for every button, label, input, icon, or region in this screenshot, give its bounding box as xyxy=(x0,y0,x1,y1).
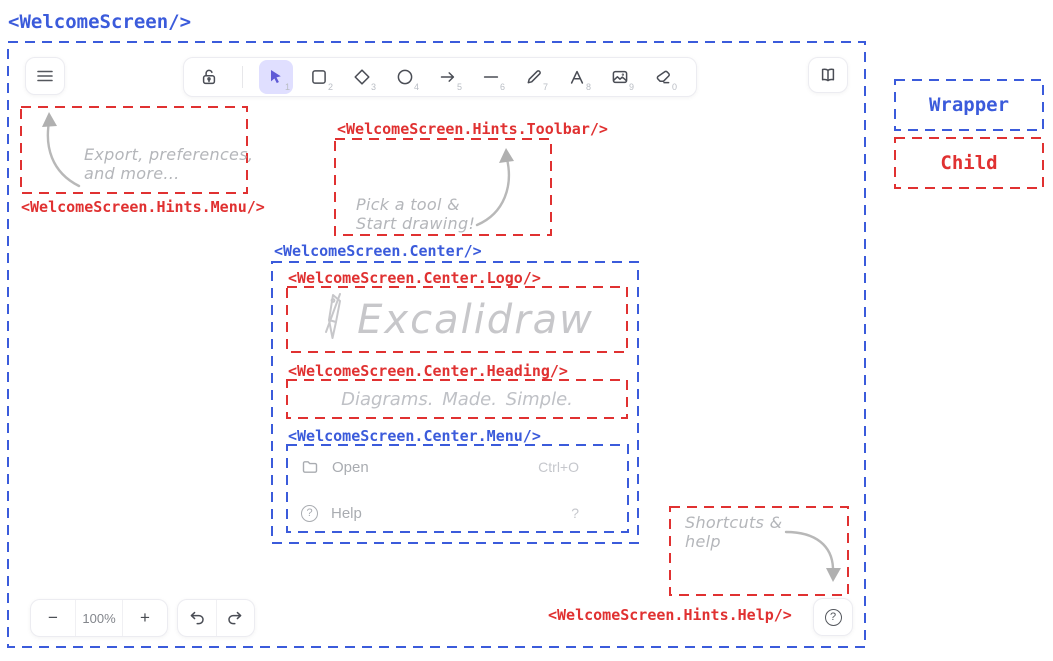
tool-shortcut: 7 xyxy=(543,82,548,92)
ellipse-icon xyxy=(395,67,415,87)
tool-diamond[interactable]: 3 xyxy=(345,60,379,94)
hint-help-line2: help xyxy=(685,532,782,551)
undo-icon xyxy=(188,609,206,627)
hint-help-line1: Shortcuts & xyxy=(685,513,782,532)
undo-button[interactable] xyxy=(178,600,216,636)
tool-shortcut: 5 xyxy=(457,82,462,92)
lock-tool-button[interactable] xyxy=(192,60,226,94)
diamond-icon xyxy=(352,67,372,87)
excalidraw-logo-icon xyxy=(320,292,347,348)
tool-ellipse[interactable]: 4 xyxy=(388,60,422,94)
zoom-level-button[interactable]: 100% xyxy=(76,600,122,636)
tool-shortcut: 1 xyxy=(285,82,290,92)
center-logo-label: <WelcomeScreen.Center.Logo/> xyxy=(288,269,541,287)
hand-drawn-arrow-icon xyxy=(780,520,844,590)
center-label: <WelcomeScreen.Center/> xyxy=(274,242,482,260)
help-button[interactable] xyxy=(813,598,853,636)
tool-image[interactable]: 9 xyxy=(603,60,637,94)
question-mark-icon xyxy=(825,609,842,626)
redo-button[interactable] xyxy=(217,600,255,636)
tool-line[interactable]: 6 xyxy=(474,60,508,94)
hint-help-text: Shortcuts & help xyxy=(685,513,782,551)
center-heading-label: <WelcomeScreen.Center.Heading/> xyxy=(288,362,568,380)
rectangle-icon xyxy=(309,67,329,87)
tool-selection[interactable]: 1 xyxy=(259,60,293,94)
zoom-level-value: 100% xyxy=(82,611,115,626)
help-circle-icon xyxy=(301,505,318,522)
text-icon xyxy=(567,67,587,87)
folder-icon xyxy=(301,458,319,476)
tool-text[interactable]: 8 xyxy=(560,60,594,94)
hint-toolbar-line1: Pick a tool & xyxy=(356,195,475,214)
menu-item-label: Open xyxy=(332,459,369,476)
eraser-icon xyxy=(653,67,673,87)
tool-shortcut: 2 xyxy=(328,82,333,92)
hints-toolbar-label: <WelcomeScreen.Hints.Toolbar/> xyxy=(337,120,608,138)
pencil-icon xyxy=(524,67,544,87)
welcome-center-menu: Open Ctrl+O Help ? xyxy=(287,445,628,532)
plus-icon: + xyxy=(140,608,150,628)
toolbar-divider xyxy=(242,66,243,88)
tool-eraser[interactable]: 0 xyxy=(646,60,680,94)
hint-menu-text: Export, preferences, and more... xyxy=(84,145,253,183)
library-book-icon xyxy=(818,65,838,85)
hint-toolbar-text: Pick a tool & Start drawing! xyxy=(356,195,475,233)
hint-menu-line1: Export, preferences, xyxy=(84,145,253,164)
legend-child-label: Child xyxy=(940,152,997,174)
menu-item-label: Help xyxy=(331,505,362,522)
tool-draw[interactable]: 7 xyxy=(517,60,551,94)
zoom-out-button[interactable]: − xyxy=(31,600,75,636)
menu-item-open[interactable]: Open Ctrl+O xyxy=(301,455,614,479)
lock-open-icon xyxy=(199,67,219,87)
logo-wordmark: Excalidraw xyxy=(357,297,594,343)
welcome-heading: Diagrams. Made. Simple. xyxy=(287,380,627,418)
menu-item-shortcut: Ctrl+O xyxy=(538,459,579,475)
tool-shortcut: 6 xyxy=(500,82,505,92)
library-button[interactable] xyxy=(808,57,848,93)
hint-toolbar-line2: Start drawing! xyxy=(356,214,475,233)
tool-shortcut: 0 xyxy=(672,82,677,92)
tool-shortcut: 9 xyxy=(629,82,634,92)
undo-redo-controls xyxy=(177,599,255,637)
hint-menu-line2: and more... xyxy=(84,164,253,183)
legend-wrapper: Wrapper xyxy=(895,80,1043,130)
hints-menu-label: <WelcomeScreen.Hints.Menu/> xyxy=(21,198,265,216)
arrow-icon xyxy=(438,67,458,87)
selection-cursor-icon xyxy=(266,67,286,87)
zoom-controls: − 100% + xyxy=(30,599,168,637)
line-icon xyxy=(481,67,501,87)
minus-icon: − xyxy=(48,608,58,628)
legend-child: Child xyxy=(895,138,1043,188)
tool-shortcut: 8 xyxy=(586,82,591,92)
image-icon xyxy=(610,67,630,87)
tool-shortcut: 3 xyxy=(371,82,376,92)
center-menu-label: <WelcomeScreen.Center.Menu/> xyxy=(288,427,541,445)
menu-item-shortcut: ? xyxy=(571,505,579,521)
hints-help-label: <WelcomeScreen.Hints.Help/> xyxy=(548,606,792,624)
tool-arrow[interactable]: 5 xyxy=(431,60,465,94)
redo-icon xyxy=(226,609,244,627)
toolbar: 1 2 3 4 5 xyxy=(183,57,697,97)
heading-text: Diagrams. Made. Simple. xyxy=(341,389,573,410)
hamburger-icon xyxy=(37,70,53,82)
welcome-screen-docs-page: <WelcomeScreen/> 1 xyxy=(0,0,1053,661)
legend-wrapper-label: Wrapper xyxy=(929,94,1009,116)
main-menu-button[interactable] xyxy=(25,57,65,95)
zoom-in-button[interactable]: + xyxy=(123,600,167,636)
menu-item-help[interactable]: Help ? xyxy=(301,501,614,525)
tool-rectangle[interactable]: 2 xyxy=(302,60,336,94)
excalidraw-logo: Excalidraw xyxy=(287,287,627,352)
welcome-screen-label: <WelcomeScreen/> xyxy=(8,11,191,33)
tool-shortcut: 4 xyxy=(414,82,419,92)
